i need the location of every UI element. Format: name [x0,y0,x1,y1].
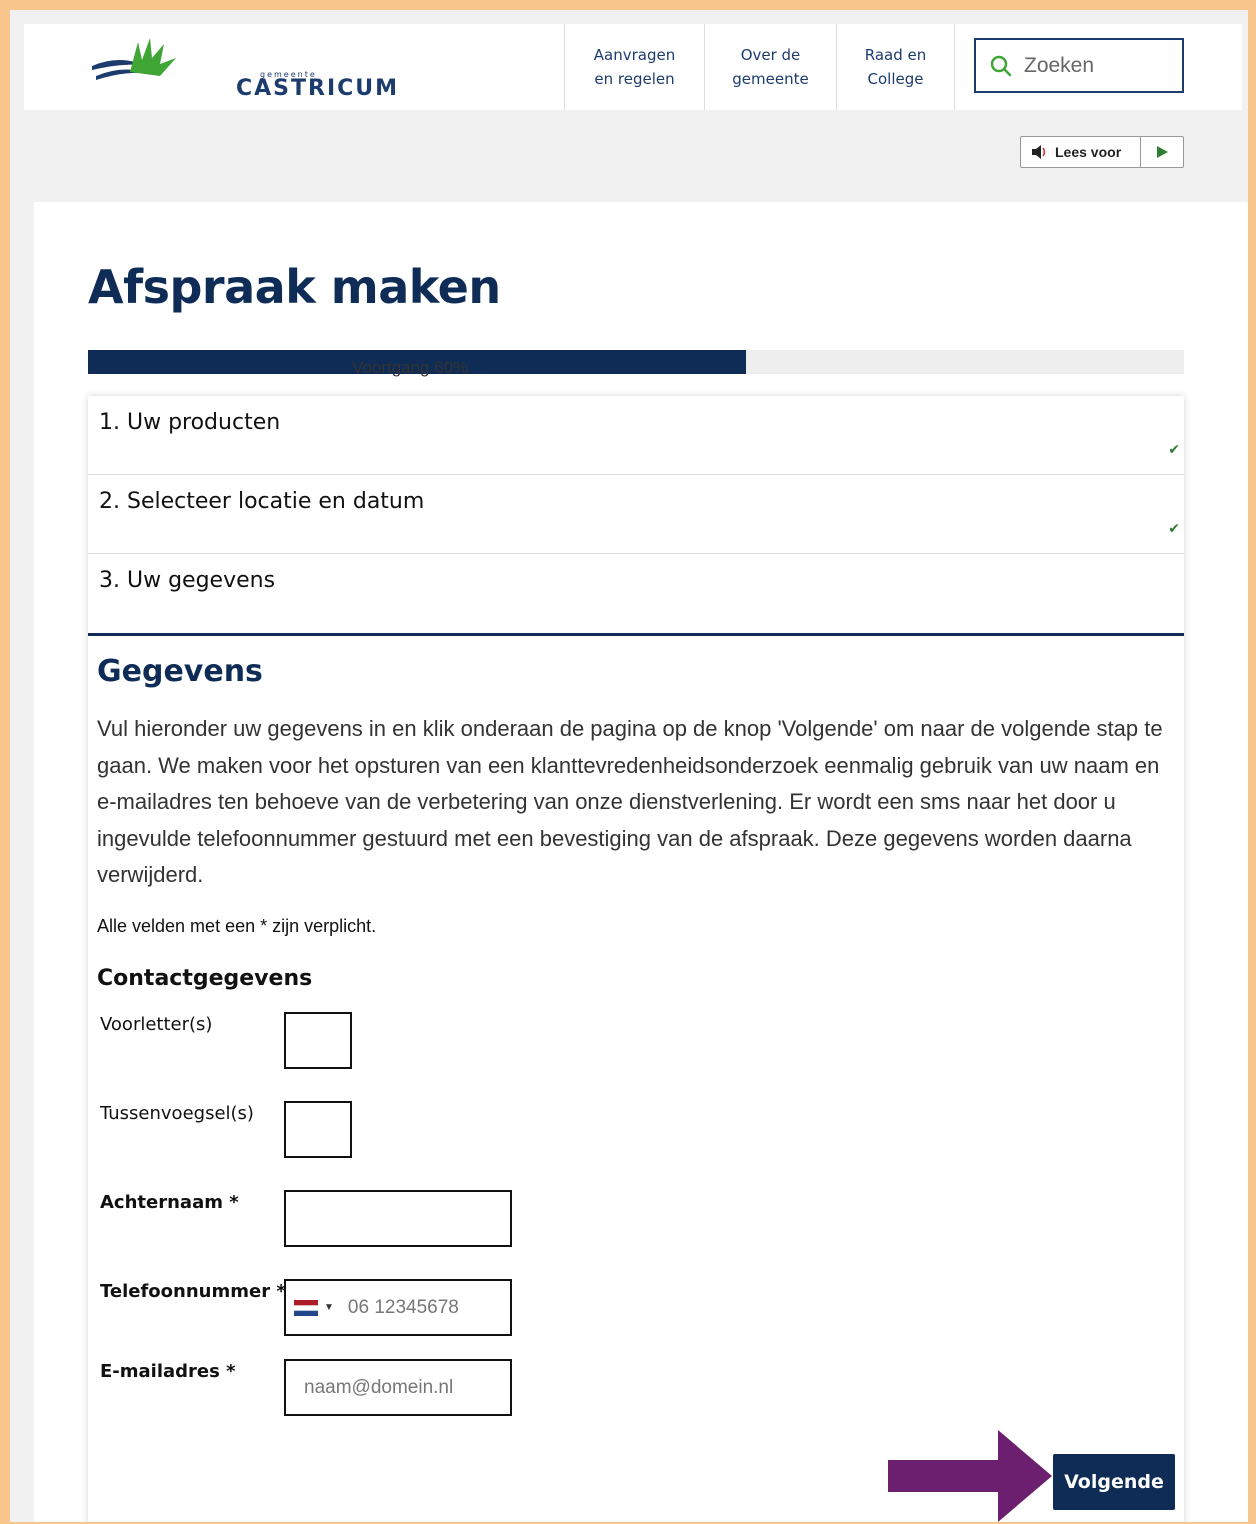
checkmark-icon: ✔ [1168,521,1180,537]
step-label: 1. Uw producten [99,410,281,435]
infix-label: Tussenvoegsel(s) [100,1103,254,1124]
castricum-logo[interactable]: gemeente CASTRICUM [90,36,397,101]
play-icon [1157,146,1168,158]
chevron-down-icon: ▼ [324,1302,334,1313]
email-label: E-mailadres * [100,1361,236,1382]
email-placeholder: naam@domein.nl [304,1376,454,1398]
progress-label: Voortgang 60% [352,358,469,377]
email-field[interactable]: naam@domein.nl [284,1359,512,1416]
search-icon [990,55,1012,76]
initials-field[interactable] [284,1012,352,1069]
main-nav: Aanvragen en regelen Over de gemeente Ra… [564,24,955,110]
search-placeholder: Zoeken [1024,53,1095,77]
section-title: Gegevens [97,654,263,689]
nav-item-over-de-gemeente[interactable]: Over de gemeente [704,24,836,110]
read-aloud-button[interactable]: Lees voor [1021,137,1141,167]
step-locatie-en-datum[interactable]: 2. Selecteer locatie en datum ✔ [88,475,1184,554]
speaker-icon [1032,145,1046,159]
site-header: gemeente CASTRICUM Aanvragen en regelen … [24,24,1242,110]
step-uw-producten[interactable]: 1. Uw producten ✔ [88,396,1184,475]
phone-label: Telefoonnummer * [100,1281,286,1302]
search-input[interactable]: Zoeken [974,38,1184,93]
progress-bar: Voortgang 60% [88,350,1184,377]
read-aloud-label: Lees voor [1055,144,1122,160]
step-label: 3. Uw gegevens [99,568,276,593]
phone-placeholder: 06 12345678 [347,1296,459,1318]
steps-accordion: 1. Uw producten ✔ 2. Selecteer locatie e… [88,396,1184,1522]
infix-field[interactable] [284,1101,352,1158]
nav-item-raad-en-college[interactable]: Raad en College [836,24,955,110]
arrow-right-icon [888,1430,1052,1522]
phone-field[interactable]: ▼ 06 12345678 [284,1279,512,1336]
required-note: Alle velden met een * zijn verplicht. [97,916,377,936]
lastname-label: Achternaam * [100,1192,239,1213]
step-label: 2. Selecteer locatie en datum [99,489,425,514]
checkmark-icon: ✔ [1168,442,1180,458]
readspeaker-widget: Lees voor [1020,136,1184,168]
lastname-field[interactable] [284,1190,512,1247]
logo-title: CASTRICUM [236,76,400,101]
initials-label: Voorletter(s) [100,1014,213,1035]
netherlands-flag-icon[interactable] [294,1299,318,1316]
nav-item-aanvragen[interactable]: Aanvragen en regelen [564,24,704,110]
page-frame: gemeente CASTRICUM Aanvragen en regelen … [10,10,1248,1522]
page-title: Afspraak maken [88,260,501,314]
main-content: Afspraak maken Voortgang 60% 1. Uw produ… [34,202,1248,1522]
next-button[interactable]: Volgende [1053,1454,1175,1510]
step-uw-gegevens[interactable]: 3. Uw gegevens [88,554,1184,636]
contact-title: Contactgegevens [97,966,313,991]
intro-text: Vul hieronder uw gegevens in en klik ond… [97,716,1163,887]
logo-mark-icon [92,38,176,80]
play-button[interactable] [1141,145,1183,159]
